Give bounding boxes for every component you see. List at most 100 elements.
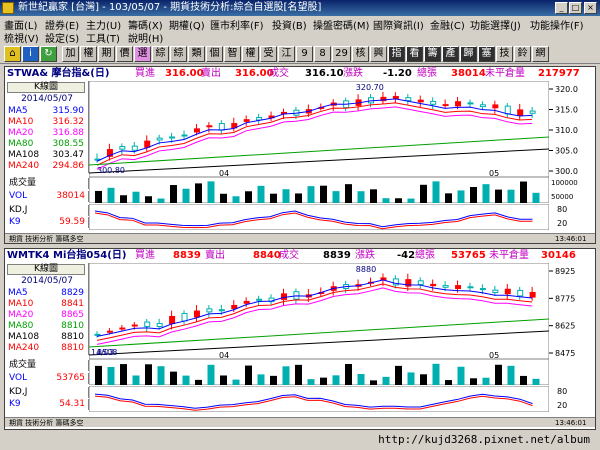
menu-item-options[interactable]: 期權(Q) xyxy=(169,17,205,32)
menu-item-finance[interactable]: 金融(C) xyxy=(430,17,465,32)
candle-body xyxy=(442,285,449,288)
volume-bar xyxy=(107,187,115,203)
y-tick-label: 300.0 xyxy=(555,167,578,176)
kdj-chart[interactable]: 80 20 xyxy=(89,386,595,412)
ma20-row: MA20 8865 xyxy=(8,310,84,320)
close-button[interactable]: × xyxy=(584,2,597,14)
toolbar-button-2[interactable]: 權 xyxy=(80,46,97,62)
menu-item-function-operate[interactable]: 功能操作(F) xyxy=(530,17,584,32)
menu-item-settings[interactable]: 設定(S) xyxy=(45,30,79,45)
volume-label: 總張 xyxy=(417,68,437,79)
candle-body xyxy=(218,309,225,312)
toolbar-button-3[interactable]: 期 xyxy=(98,46,115,62)
volume-bar xyxy=(495,364,502,385)
ma108-row: MA108 303.47 xyxy=(8,150,84,160)
toolbar-button-13[interactable]: 江 xyxy=(278,46,295,62)
toolbar-button-16[interactable]: 29 xyxy=(332,46,351,62)
bid-label: 買進 xyxy=(135,68,155,79)
symbol-label: STWA& 摩台指&(日) xyxy=(7,68,110,79)
candle-body xyxy=(206,308,213,313)
candle-body xyxy=(206,125,213,128)
toolbar-button-23[interactable]: 歸 xyxy=(460,46,477,62)
volume-bar xyxy=(207,181,215,203)
toolbar-button-24[interactable]: 塞 xyxy=(478,46,495,62)
volume-bar xyxy=(220,193,227,203)
toolbar-button-25[interactable]: 技 xyxy=(496,46,513,62)
volume-chart[interactable] xyxy=(89,359,595,385)
volume-bar xyxy=(395,198,402,203)
toolbar-button-5[interactable]: 選 xyxy=(134,46,151,62)
candle-body xyxy=(479,288,486,291)
volume-bar xyxy=(320,185,327,203)
maximize-button[interactable]: □ xyxy=(569,2,582,14)
toolbar-button-15[interactable]: 8 xyxy=(314,46,331,62)
kdj-title: KD,J xyxy=(5,205,89,216)
footer: http://kujd3268.pixnet.net/album xyxy=(4,432,596,448)
toolbar-button-9[interactable]: 個 xyxy=(206,46,223,62)
plot-area xyxy=(89,263,550,359)
volume-chart[interactable]: 100000 50000 xyxy=(89,177,595,203)
menu-item-function-select[interactable]: 功能選擇(J) xyxy=(470,17,521,32)
volume-bar xyxy=(145,196,152,203)
toolbar-button-27[interactable]: 網 xyxy=(532,46,549,62)
kd-tick-label: 80 xyxy=(557,387,567,396)
volume-bar xyxy=(170,371,177,385)
toolbar-button-26[interactable]: 鈴 xyxy=(514,46,531,62)
minimize-button[interactable]: _ xyxy=(555,2,568,14)
toolbar-refresh-icon[interactable]: ↻ xyxy=(40,46,57,62)
kdj-legend: K9 59.59 xyxy=(5,217,89,228)
candlestick-chart[interactable]: 88808508 04 05892587758625847514/03 xyxy=(89,263,595,359)
menu-item-view[interactable]: 梳視(V) xyxy=(4,30,39,45)
candle-body xyxy=(517,289,524,297)
kline-button[interactable]: K線圖 xyxy=(7,82,85,93)
toolbar-button-11[interactable]: 權 xyxy=(242,46,259,62)
y-tick-label: 8775 xyxy=(555,294,575,303)
menu-item-help[interactable]: 說明(H) xyxy=(128,30,163,45)
volume-bar xyxy=(482,184,490,203)
toolbar-button-18[interactable]: 興 xyxy=(370,46,387,62)
kline-button[interactable]: K線圖 xyxy=(7,264,85,275)
menu-item-intl-info[interactable]: 國際資訊(I) xyxy=(373,17,424,32)
toolbar-info-icon[interactable]: i xyxy=(22,46,39,62)
legend-date: 2014/05/07 xyxy=(21,276,73,286)
menu-bar: 畫面(L) 證券(E) 主力(U) 籌碼(X) 期權(Q) 匯市利率(F) 投資… xyxy=(0,16,600,45)
x-tick-label: 05 xyxy=(489,351,499,359)
candle-body xyxy=(492,104,499,109)
toolbar-home-icon[interactable]: ⌂ xyxy=(4,46,21,62)
volume-bar xyxy=(482,377,490,385)
toolbar-button-19[interactable]: 指 xyxy=(388,46,405,62)
toolbar-button-7[interactable]: 綜 xyxy=(170,46,187,62)
volume-bar xyxy=(332,191,340,203)
toolbar-button-17[interactable]: 核 xyxy=(352,46,369,62)
ma80-row: MA80 8810 xyxy=(8,321,84,331)
toolbar-button-4[interactable]: 價 xyxy=(116,46,133,62)
vol-tick-label: 100000 xyxy=(551,179,578,187)
menu-item-tools[interactable]: 工具(T) xyxy=(86,30,120,45)
toolbar-button-12[interactable]: 受 xyxy=(260,46,277,62)
volume-bar xyxy=(457,366,465,385)
toolbar-button-20[interactable]: 看 xyxy=(406,46,423,62)
menu-item-investment[interactable]: 投資(B) xyxy=(272,17,307,32)
toolbar-button-14[interactable]: 9 xyxy=(296,46,313,62)
y-tick-label: 310.0 xyxy=(555,126,578,135)
ask-label: 賣出 xyxy=(205,250,225,261)
volume-bar xyxy=(395,365,402,385)
toolbar-button-22[interactable]: 產 xyxy=(442,46,459,62)
toolbar-button-10[interactable]: 智 xyxy=(224,46,241,62)
ma10-row: MA10 8841 xyxy=(8,299,84,309)
toolbar-button-21[interactable]: 籌 xyxy=(424,46,441,62)
open-interest-label: 未平倉量 xyxy=(489,250,529,261)
menu-item-trading-code[interactable]: 操盤密碼(M) xyxy=(313,17,369,32)
menu-item-fx-rates[interactable]: 匯市利率(F) xyxy=(210,17,264,32)
ma-legend: K線圖 2014/05/07 MA5 8829 MA10 8841 MA20 8865… xyxy=(5,263,89,355)
toolbar-button-6[interactable]: 綜 xyxy=(152,46,169,62)
kdj-chart[interactable]: 80 20 xyxy=(89,204,595,230)
toolbar-button-1[interactable]: 加 xyxy=(62,46,79,62)
change-value: -1.20 xyxy=(383,68,412,79)
candlestick-chart[interactable]: 320.70 300.80 04 05 320.0 315.0 310.0 305.0 300.… xyxy=(89,81,595,177)
y-tick-label: 315.0 xyxy=(555,106,578,115)
y-axis xyxy=(549,204,595,230)
toolbar-button-8[interactable]: 類 xyxy=(188,46,205,62)
open-interest-label: 未平倉量 xyxy=(485,68,525,79)
volume-bar xyxy=(95,365,102,385)
